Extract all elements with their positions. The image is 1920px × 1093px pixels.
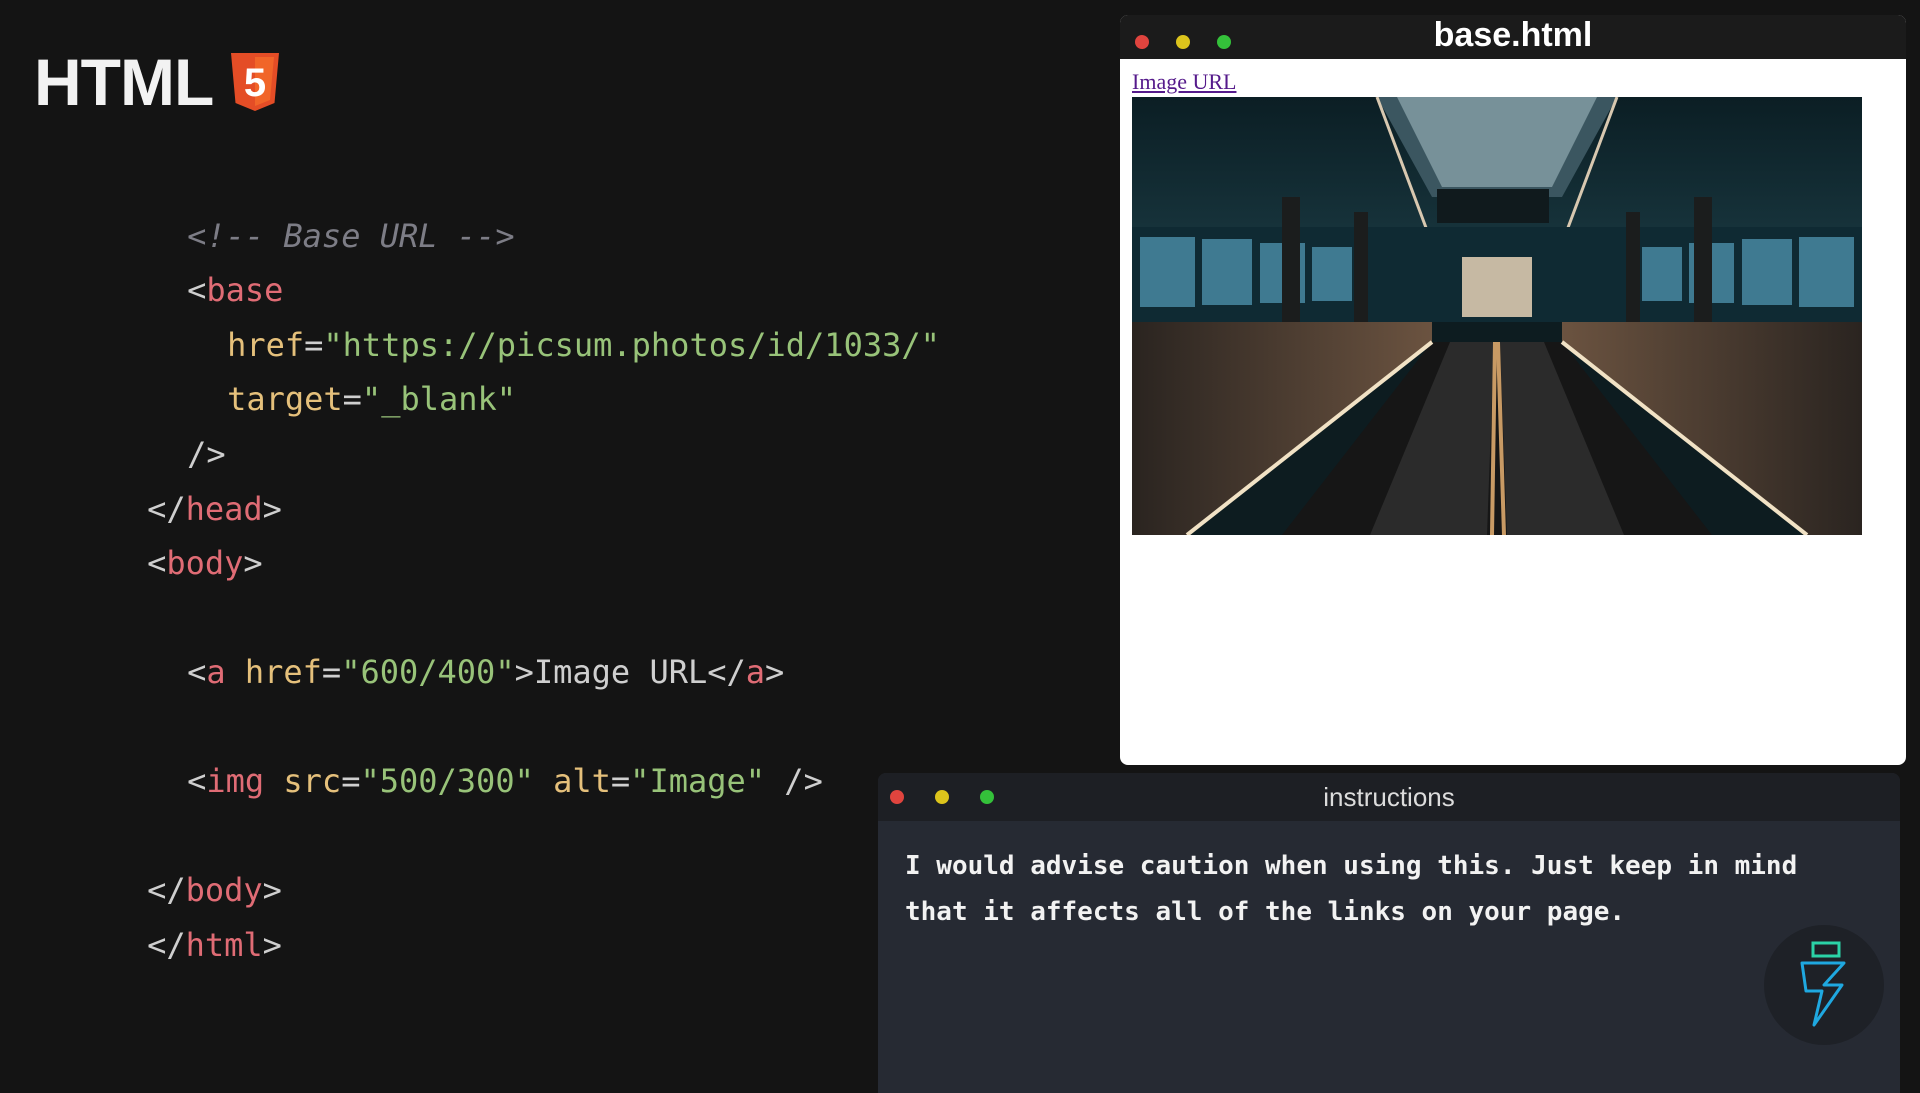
code-string: "Image" [630,762,766,800]
code-line-html-close: </html> [147,926,282,964]
code-string: "_blank" [361,380,517,418]
code-line-head-close: </head> [147,490,282,528]
code-a-tag: a [745,653,766,691]
instructions-text: I would advise caution when using this. … [905,851,1798,927]
instructions-title-bar: instructions [878,773,1900,821]
shield-digit: 5 [244,61,266,105]
code-line-img: <img src="500/300" alt="Image" /> [187,762,823,800]
code-img-tag: img [206,762,265,800]
escalator-photo [1132,97,1862,535]
code-a-tag: a [206,653,226,691]
code-attr: target [227,380,343,418]
instructions-window: instructions I would advise caution when… [878,773,1900,1093]
code-line-base-open: <base [187,271,284,309]
code-attr: alt [553,762,611,800]
code-attr: src [283,762,342,800]
logo-text: HTML [34,45,214,119]
code-attr: href [244,653,322,691]
code-line-body-open: <body> [147,544,263,582]
browser-window-title: base.html [1433,16,1593,54]
code-line-anchor: <a href="600/400">Image URL</a> [187,653,785,691]
image-url-link[interactable]: Image URL [1132,69,1236,95]
code-line-self-close: /> [110,388,226,473]
lightning-bolt-icon [1800,941,1846,1027]
brand-badge [1764,925,1884,1045]
browser-title-bar: base.html [1120,15,1906,59]
code-line-body-close: </body> [147,871,282,909]
html-logo: HTML 5 [34,44,281,120]
instructions-title: instructions [1323,782,1455,812]
code-editor: <!-- Base URL --> <base href="https://pi… [0,0,940,964]
html5-shield-icon: 5 [231,53,280,111]
code-line-comment: <!-- Base URL --> [110,170,515,255]
code-html-tag: html [185,926,263,964]
code-body-tag: body [166,544,244,582]
code-string: "500/300" [360,762,534,800]
browser-preview-window: base.html Image URL [1120,15,1906,765]
code-string: "600/400" [341,653,515,691]
code-line-base-href: href="https://picsum.photos/id/1033/" [227,326,940,364]
code-line-base-target: target="_blank" [227,380,517,418]
code-anchor-text: Image URL [533,653,708,691]
